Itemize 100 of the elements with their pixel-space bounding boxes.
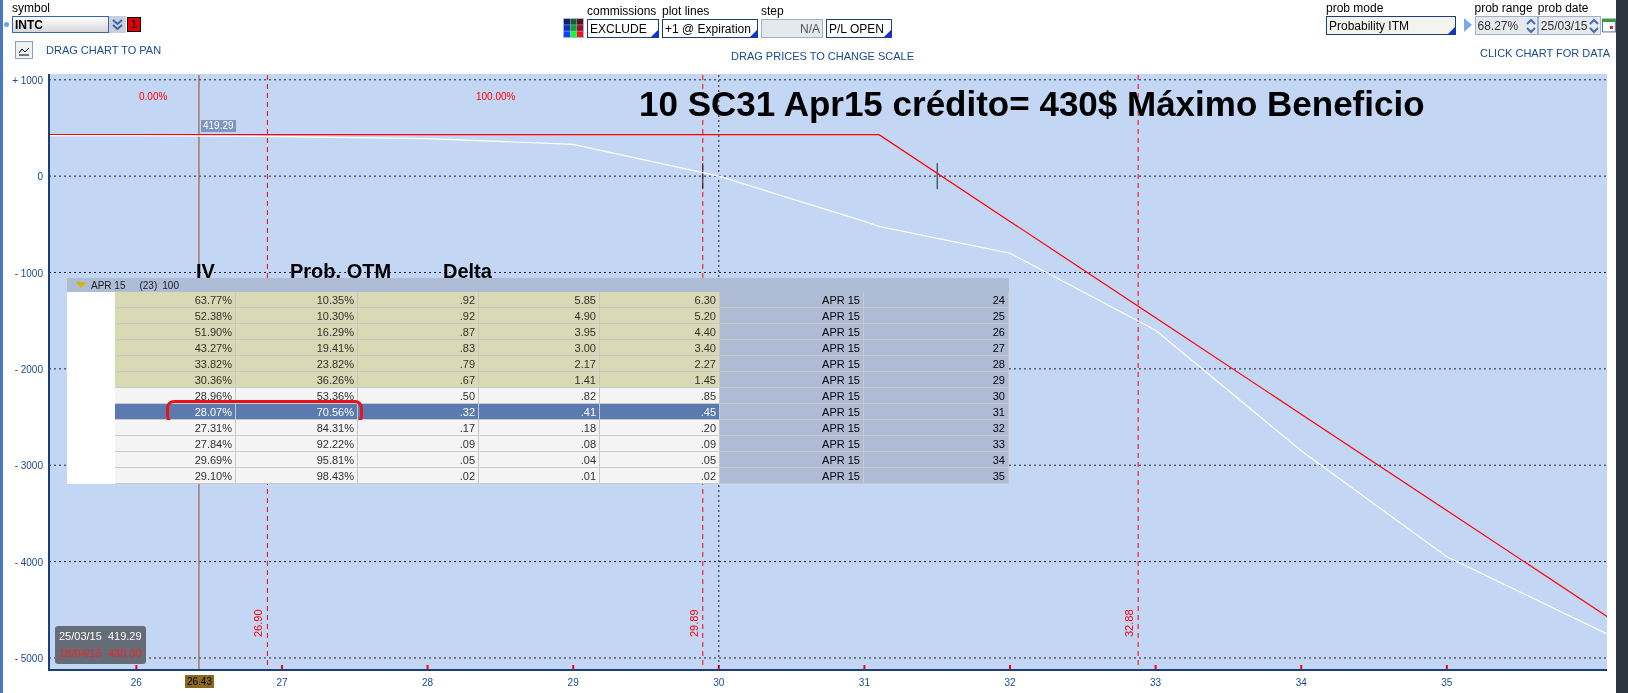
y-axis-label: + 1000 — [12, 74, 43, 86]
table-cell: 28.07% — [115, 404, 236, 420]
table-cell: 3.95 — [479, 324, 600, 340]
group-expiry: APR 15 — [91, 278, 126, 293]
table-cell: 52.38% — [115, 308, 236, 324]
price-label: 26.43 — [184, 675, 214, 688]
option-row[interactable]: 33.82% 23.82% .79 2.17 2.27 APR 15 28 — [67, 356, 1009, 372]
y-axis-label: - 3000 — [14, 460, 43, 472]
symbol-field[interactable]: INTC — [12, 16, 109, 33]
table-cell: 29.69% — [115, 452, 236, 468]
table-cell: 5.85 — [479, 292, 600, 308]
tooltip-line: 25/03/15 419.29 — [59, 629, 142, 644]
dropdown-icon[interactable] — [109, 16, 126, 33]
pan-hint: DRAG CHART TO PAN — [46, 42, 162, 58]
prob-range-field[interactable]: 68.27% — [1474, 16, 1538, 35]
reference-label: 26.90 — [252, 609, 265, 637]
chart-icon[interactable] — [15, 41, 33, 59]
table-cell: .41 — [479, 404, 600, 420]
table-cell: 35 — [864, 468, 1009, 484]
option-row[interactable]: 27.31% 84.31% .17 .18 .20 APR 15 32 — [67, 420, 1009, 436]
option-row[interactable]: 52.38% 10.30% .92 4.90 5.20 APR 15 25 — [67, 308, 1009, 324]
table-cell: 98.43% — [236, 468, 358, 484]
table-cell: 30.36% — [115, 372, 236, 388]
option-row[interactable]: 27.84% 92.22% .09 .08 .09 APR 15 33 — [67, 436, 1009, 452]
field-label: prob date — [1537, 0, 1590, 16]
spinner-icon[interactable] — [1588, 17, 1601, 34]
field-label: commissions — [587, 3, 658, 19]
table-cell: 84.31% — [236, 420, 358, 436]
reference-label: 32.88 — [1123, 609, 1136, 637]
color-grid-icon[interactable] — [563, 18, 584, 38]
table-cell: APR 15 — [720, 388, 864, 404]
table-cell: 16.29% — [236, 324, 358, 340]
dropdown-field[interactable]: +1 @ Expiration — [662, 19, 758, 38]
table-cell: .08 — [479, 436, 600, 452]
table-cell: .09 — [600, 436, 720, 452]
dropdown-corner-icon — [884, 30, 891, 37]
table-cell: 92.22% — [236, 436, 358, 452]
table-cell: .67 — [358, 372, 479, 388]
tooltip-line: 18/04/15 430.00 — [59, 646, 142, 661]
calendar-icon[interactable] — [1602, 17, 1616, 33]
table-cell: 27.31% — [115, 420, 236, 436]
table-cell: .18 — [479, 420, 600, 436]
y-axis-label: - 5000 — [14, 652, 43, 664]
tick-mark — [702, 162, 704, 190]
table-cell: APR 15 — [720, 340, 864, 356]
play-icon[interactable] — [1463, 18, 1472, 32]
table-cell: 25 — [864, 308, 1009, 324]
dropdown-field[interactable]: Probability ITM — [1326, 16, 1456, 35]
table-cell: 5.20 — [600, 308, 720, 324]
table-cell: APR 15 — [720, 452, 864, 468]
scale-hint: DRAG PRICES TO CHANGE SCALE — [731, 49, 914, 64]
dropdown-field[interactable]: P/L OPEN — [826, 19, 892, 38]
table-cell: 1.41 — [479, 372, 600, 388]
spinner-icon[interactable] — [1524, 17, 1537, 34]
table-cell: APR 15 — [720, 292, 864, 308]
table-cell: 3.00 — [479, 340, 600, 356]
table-cell: .02 — [358, 468, 479, 484]
table-cell: 51.90% — [115, 324, 236, 340]
table-cell: 32 — [864, 420, 1009, 436]
field-label: prob range — [1474, 0, 1534, 16]
table-cell: APR 15 — [720, 436, 864, 452]
table-cell: 63.77% — [115, 292, 236, 308]
table-cell: 28 — [864, 356, 1009, 372]
option-row[interactable]: 43.27% 19.41% .83 3.00 3.40 APR 15 27 — [67, 340, 1009, 356]
table-cell: 1.45 — [600, 372, 720, 388]
group-days: (23) — [139, 277, 158, 293]
value-label: 419.29 — [201, 120, 236, 132]
option-row[interactable]: 28.96% 53.36% .50 .82 .85 APR 15 30 — [67, 388, 1009, 404]
table-cell: 70.56% — [236, 404, 358, 420]
field-label: prob mode — [1326, 0, 1385, 16]
y-axis-label: - 4000 — [14, 556, 43, 568]
option-row[interactable]: 30.36% 36.26% .67 1.41 1.45 APR 15 29 — [67, 372, 1009, 388]
table-cell: .01 — [479, 468, 600, 484]
reference-label: 29.89 — [687, 609, 700, 637]
option-row[interactable]: 28.07% 70.56% .32 .41 .45 APR 15 31 — [67, 404, 1009, 420]
table-cell: .83 — [358, 340, 479, 356]
option-row[interactable]: 29.10% 98.43% .02 .01 .02 APR 15 35 — [67, 468, 1009, 484]
table-cell: 3.40 — [600, 340, 720, 356]
table-cell: 29 — [864, 372, 1009, 388]
y-axis-label: - 1000 — [14, 267, 43, 279]
prob-date-field[interactable]: 25/03/15 — [1537, 16, 1602, 35]
table-cell: 23.82% — [236, 356, 358, 372]
annotation-label: 0.00% — [139, 91, 168, 102]
x-axis-label: 29 — [567, 677, 579, 688]
y-axis-label: 0 — [37, 171, 43, 183]
table-cell: 4.90 — [479, 308, 600, 324]
dropdown-field[interactable]: EXCLUDE — [587, 19, 659, 38]
table-cell: 24 — [864, 292, 1009, 308]
table-cell: .04 — [479, 452, 600, 468]
group-header[interactable]: APR 15 (23) 100 — [67, 278, 1009, 292]
x-axis-label: 33 — [1150, 677, 1162, 688]
option-row[interactable]: 29.69% 95.81% .05 .04 .05 APR 15 34 — [67, 452, 1009, 468]
table-cell: 2.27 — [600, 356, 720, 372]
option-row[interactable]: 51.90% 16.29% .87 3.95 4.40 APR 15 26 — [67, 324, 1009, 340]
table-cell: .20 — [600, 420, 720, 436]
field-label: symbol — [12, 0, 51, 16]
option-row[interactable]: 63.77% 10.35% .92 5.85 6.30 APR 15 24 — [67, 292, 1009, 308]
table-cell: 95.81% — [236, 452, 358, 468]
table-cell: .05 — [358, 452, 479, 468]
table-cell: 27 — [864, 340, 1009, 356]
